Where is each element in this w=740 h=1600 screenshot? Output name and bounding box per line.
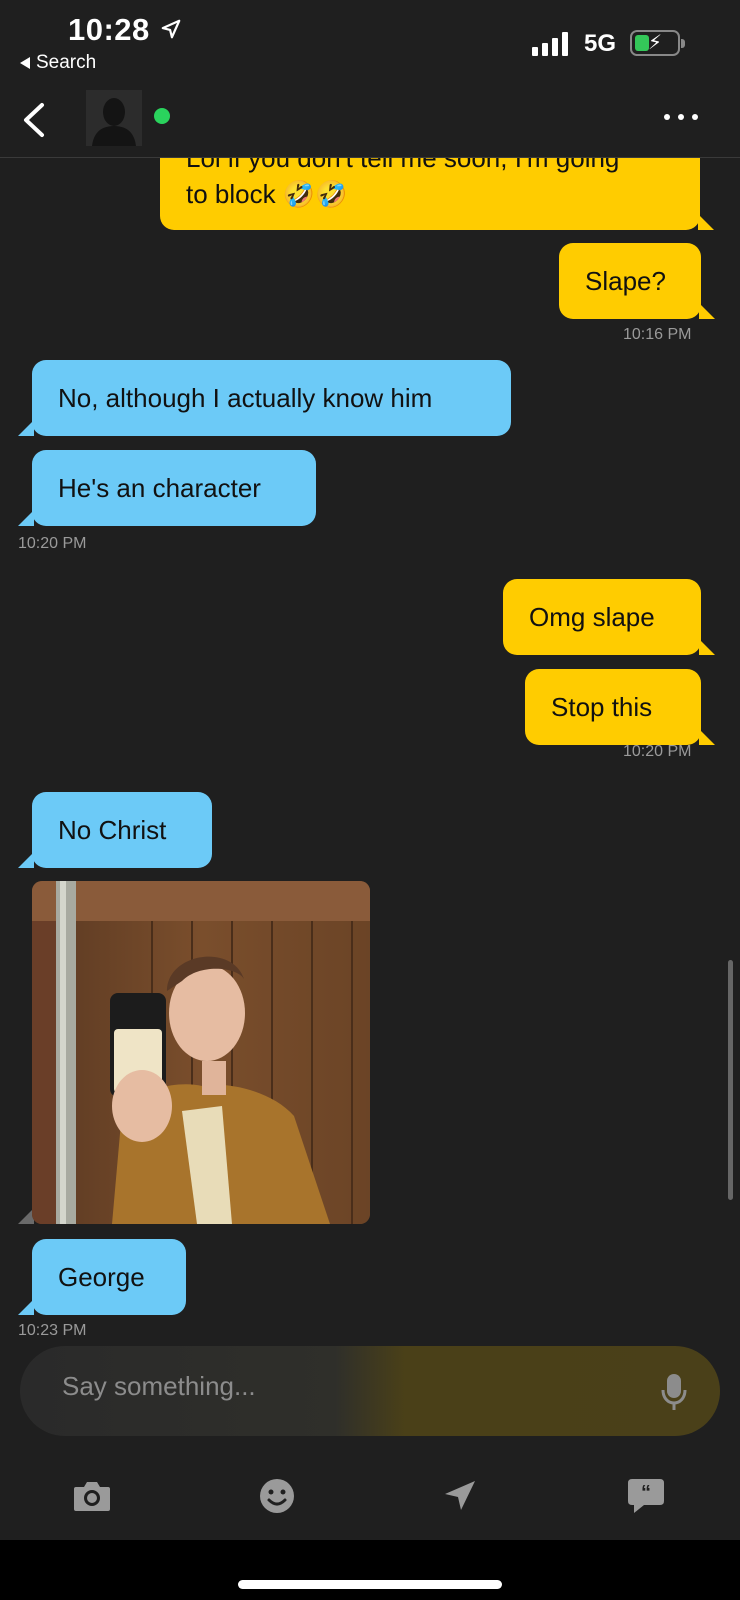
more-icon[interactable] (664, 114, 698, 120)
message-incoming[interactable]: He's an character (18, 450, 316, 526)
back-to-app-link[interactable]: Search (20, 52, 96, 74)
online-status-dot (154, 108, 170, 124)
svg-text:“: “ (641, 1482, 651, 1504)
message-text: No Christ (58, 814, 167, 845)
location-arrow-icon (161, 19, 181, 39)
emoji-icon (260, 1479, 294, 1513)
message-outgoing[interactable]: Lol if you don't tell me soon, I'm going… (160, 158, 714, 230)
message-list[interactable]: Lol if you don't tell me soon, I'm going… (0, 158, 740, 1340)
signal-icon (532, 30, 568, 56)
message-outgoing[interactable]: Omg slape (503, 579, 715, 655)
photo-message[interactable] (32, 881, 370, 1224)
camera-icon (74, 1482, 110, 1511)
back-chevron-icon[interactable] (20, 102, 50, 138)
message-text: Lol if you don't tell me soon, I'm going (186, 158, 620, 173)
message-timestamp: 10:20 PM (623, 743, 692, 760)
message-text: Stop this (551, 691, 653, 722)
message-input[interactable]: Say something... (62, 1371, 256, 1402)
chat-header (0, 80, 740, 158)
back-triangle-icon (20, 57, 30, 69)
status-time: 10:28 (68, 12, 150, 47)
scrollbar[interactable] (728, 960, 733, 1200)
status-bar: 10:28 Search 5G ⚡ (0, 0, 740, 80)
back-app-label: Search (36, 52, 97, 73)
message-timestamp: 10:23 PM (18, 1322, 87, 1339)
message-incoming[interactable]: George (18, 1239, 186, 1315)
message-text: George (58, 1261, 145, 1292)
message-text: No, although I actually know him (58, 382, 433, 413)
message-text: to block 🤣🤣 (186, 179, 348, 209)
location-icon (445, 1481, 475, 1510)
battery-icon: ⚡ (630, 30, 685, 56)
message-text: He's an character (58, 472, 261, 503)
message-text: Omg slape (529, 601, 655, 632)
home-bar-area (0, 1540, 740, 1600)
network-type: 5G (584, 30, 617, 57)
quick-reply-icon: “ (628, 1479, 664, 1513)
avatar[interactable] (86, 90, 142, 146)
message-timestamp: 10:16 PM (623, 326, 692, 343)
home-indicator[interactable] (238, 1580, 502, 1589)
camera-button[interactable] (68, 1472, 116, 1520)
emoji-button[interactable] (253, 1472, 301, 1520)
message-composer[interactable]: Say something... (20, 1346, 720, 1436)
message-incoming[interactable]: No, although I actually know him (18, 360, 511, 436)
quick-reply-button[interactable]: “ (622, 1472, 670, 1520)
message-timestamp: 10:20 PM (18, 535, 87, 552)
message-incoming[interactable]: No Christ (18, 792, 212, 868)
microphone-icon[interactable] (660, 1372, 688, 1412)
message-text: Slape? (585, 265, 666, 296)
send-location-button[interactable] (436, 1472, 484, 1520)
person-silhouette-icon (86, 90, 142, 146)
selfie-photo-image (32, 881, 370, 1224)
message-outgoing[interactable]: Stop this (525, 669, 715, 745)
message-outgoing[interactable]: Slape? (559, 243, 715, 319)
bottom-toolbar: “ (0, 1460, 740, 1540)
